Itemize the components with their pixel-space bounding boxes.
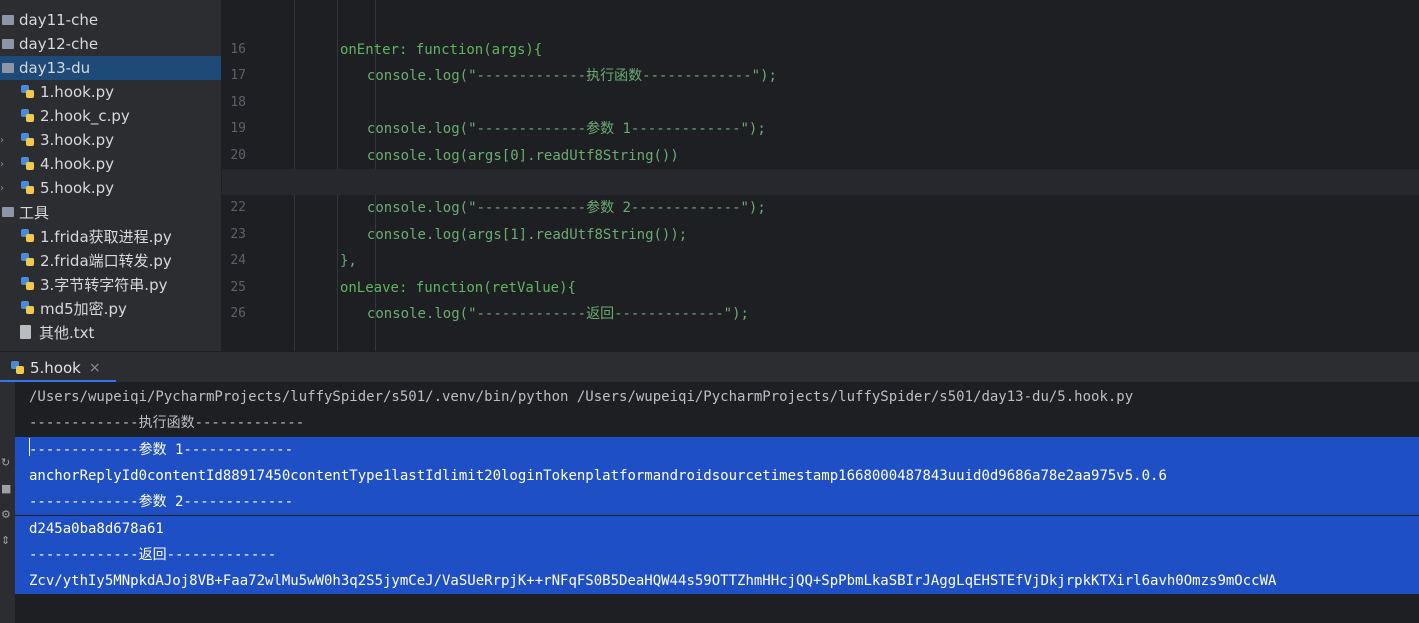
run-tab[interactable]: 5.hook × [0,352,116,383]
python-file-icon [20,108,35,124]
code-text: console.log("-------------执行函数----------… [366,68,777,85]
tree-folder[interactable]: day11-che [0,8,221,32]
tree-folder[interactable]: day13-du [0,56,221,80]
code-text: console.log("-------------参数 1----------… [366,121,766,138]
tree-file[interactable]: 1.hook.py [0,80,221,104]
python-file-icon [20,228,35,244]
code-line[interactable]: console.log("-------------返回------------… [222,301,1419,327]
tree-item-label: 1.hook.py [40,83,115,101]
python-file-icon [20,156,35,172]
tree-item-label: day11-che [19,11,99,29]
code-line[interactable]: console.log("-------------参数 1----------… [222,116,1419,142]
console-line[interactable]: -------------参数 2------------- [15,489,1419,516]
tree-file[interactable]: 3.字节转字符串.py [0,272,221,296]
console-line[interactable]: Zcv/ythIy5MNpkdAJoj8VB+Faa72wlMu5wW0h3q2… [15,568,1419,595]
console-line[interactable]: anchorReplyId0contentId88917450contentTy… [15,462,1419,489]
chevron-right-icon[interactable]: › [0,159,4,170]
code-text: console.log(args[0].readUtf8String()) [366,147,679,164]
tree-file[interactable]: 其他.txt [0,320,221,344]
tree-file[interactable]: 2.frida端口转发.py [0,248,221,272]
code-text: console.log(args[1].readUtf8String()); [366,226,688,243]
pin-icon[interactable]: ⇕ [1,534,10,547]
text-caret [29,438,30,456]
folder-icon [2,39,14,49]
tree-item-label: 其他.txt [39,323,95,342]
code-line[interactable]: console.log("-------------执行函数----------… [222,63,1419,89]
python-file-icon [20,180,35,196]
tree-file[interactable]: 1.frida获取进程.py [0,224,221,248]
settings-icon[interactable]: ⚙ [1,508,11,521]
tree-item-label: 1.frida获取进程.py [40,227,172,246]
console-line[interactable]: d245a0ba8d678a61 [15,515,1419,542]
code-line[interactable]: console.log(args[1].readUtf8String()); [222,222,1419,248]
tree-file[interactable]: 2.hook_c.py [0,104,221,128]
tree-file[interactable]: › 5.hook.py [0,176,221,200]
folder-icon [2,207,14,217]
console-line[interactable]: /Users/wupeiqi/PycharmProjects/luffySpid… [15,384,1419,410]
python-file-icon [20,300,35,316]
tree-folder[interactable]: 工具 [0,200,221,224]
python-file-icon [20,132,35,148]
code-line[interactable]: }, [222,248,1419,274]
tree-file[interactable]: › 4.hook.py [0,152,221,176]
code-text: }, [339,253,357,270]
project-tree: day11-che day12-che day13-du 1.hook.py 2.hoo… [0,0,221,351]
python-file-icon [20,84,35,100]
tree-file[interactable]: › 3.hook.py [0,128,221,152]
tree-item-label: day13-du [19,59,91,77]
stop-icon[interactable]: ■ [1,482,11,495]
python-run-icon [10,360,25,376]
text-file-icon [20,325,31,339]
rerun-icon[interactable]: ↻ [1,456,10,469]
code-editor[interactable]: 1617181920212223242526 onEnter: function… [222,0,1419,351]
tree-item-label: 4.hook.py [40,155,115,173]
tree-item-label: 5.hook.py [40,179,115,197]
folder-icon [2,63,14,73]
python-file-icon [20,276,35,292]
tree-item-label: 工具 [19,203,50,222]
console-line[interactable]: -------------参数 1------------- [15,436,1419,463]
run-panel-header: 5.hook × [0,351,1419,383]
chevron-right-icon[interactable]: › [0,135,4,146]
code-line[interactable]: console.log(args[0].readUtf8String()) [222,143,1419,169]
code-line[interactable] [222,90,1419,116]
code-text: function(args){ [407,42,543,58]
tree-folder[interactable]: day12-che [0,32,221,56]
tree-item-label: 2.frida端口转发.py [40,251,172,270]
chevron-right-icon[interactable]: › [0,183,4,194]
folder-icon [2,15,14,25]
console-line[interactable]: -------------返回------------- [15,541,1419,568]
console-output[interactable]: /Users/wupeiqi/PycharmProjects/luffySpid… [15,382,1419,623]
tree-item-label: 3.字节转字符串.py [40,275,168,294]
close-icon[interactable]: × [89,360,101,376]
tree-item-label: day12-che [19,35,99,53]
code-text: function(retValue){ [407,279,576,296]
code-line[interactable]: console.log("-------------参数 2----------… [222,195,1419,221]
python-file-icon [20,252,35,268]
tree-file[interactable]: md5加密.py [0,296,221,320]
code-line[interactable] [222,169,1419,195]
run-tab-label: 5.hook [30,358,81,377]
code-callback-key: onEnter: [339,42,408,58]
code-text: console.log("-------------参数 2----------… [366,200,766,217]
console-line[interactable]: -------------执行函数------------- [15,410,1419,436]
tree-item-label: 2.hook_c.py [40,107,130,125]
tree-item-label: 3.hook.py [40,131,115,149]
code-text: console.log("-------------返回------------… [366,306,749,322]
code-line[interactable]: onLeave: function(retValue){ [222,275,1419,301]
code-callback-key: onLeave: [339,279,408,296]
run-toolbar: ↻ ■ ⚙ ⇕ [0,382,15,623]
tree-item-label: md5加密.py [40,299,127,318]
code-line[interactable]: onEnter: function(args){ [222,37,1419,63]
